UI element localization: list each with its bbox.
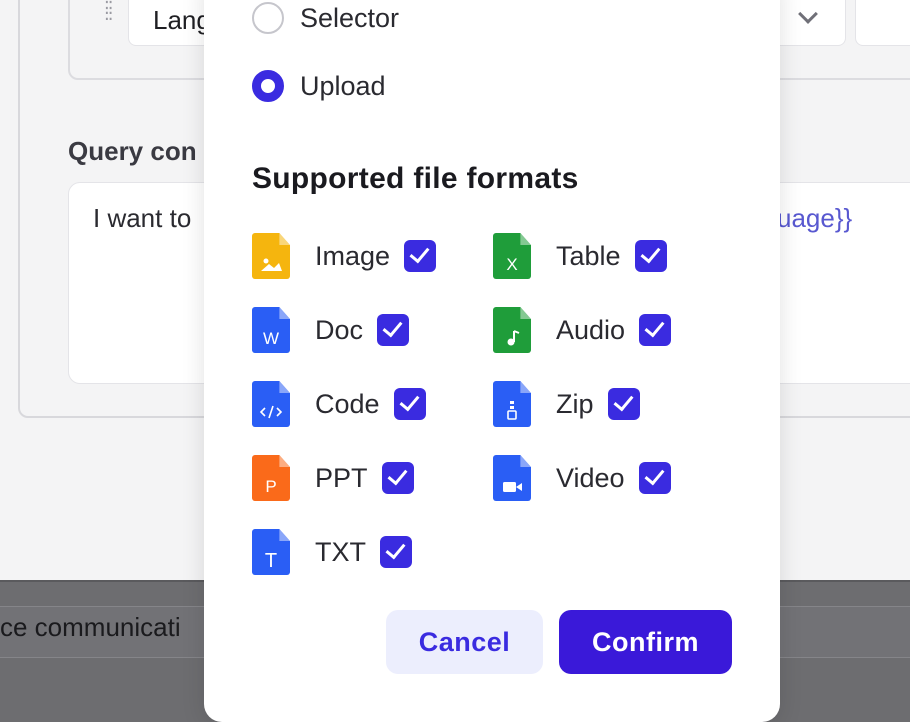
checkbox-checked[interactable] [404,240,437,272]
query-variable: uage}} [777,203,853,233]
radio-button[interactable] [252,2,284,34]
query-text: I want to [93,203,192,233]
format-txt[interactable]: T TXT [252,529,412,575]
bottom-text: ce communicati [0,612,181,642]
format-label: PPT [315,462,368,493]
ppt-file-icon: P [252,455,290,501]
format-label: Doc [315,314,364,345]
checkbox-checked[interactable] [639,314,672,346]
cancel-button[interactable]: Cancel [386,610,543,674]
format-label: Image [315,240,391,271]
language-select-value: Lang [153,5,211,35]
radio-selector[interactable]: Selector [252,2,399,34]
radio-button-selected[interactable] [252,70,284,102]
section-title: Supported file formats [252,162,579,195]
table-file-icon: X [493,233,531,279]
format-table[interactable]: X Table [493,233,667,279]
format-image[interactable]: Image [252,233,437,279]
format-audio[interactable]: Audio [493,307,672,353]
query-label: Query con [68,136,197,166]
drag-handle-icon[interactable]: ⁚⁚ ⁚⁚ [104,0,118,23]
doc-file-icon: W [252,307,290,353]
radio-upload[interactable]: Upload [252,70,386,102]
radio-label: Upload [300,70,386,101]
doc-glyph: W [262,329,280,348]
zip-file-icon [493,381,531,427]
audio-file-icon [493,307,531,353]
checkbox-checked[interactable] [393,388,426,420]
txt-file-icon: T [252,529,290,575]
checkbox-checked[interactable] [381,462,414,494]
format-video[interactable]: Video [493,455,671,501]
confirm-button[interactable]: Confirm [559,610,732,674]
format-code[interactable]: Code [252,381,426,427]
checkbox-checked[interactable] [377,314,410,346]
format-ppt[interactable]: P PPT [252,455,414,501]
upload-settings-modal: Selector Upload Supported file formats I… [204,0,780,722]
format-label: Video [556,462,625,493]
chevron-down-icon [798,4,818,24]
language-extra-field[interactable] [855,0,910,46]
checkbox-checked[interactable] [380,536,412,568]
txt-glyph: T [264,550,278,572]
checkbox-checked[interactable] [638,462,671,494]
checkbox-checked[interactable] [634,240,667,272]
format-label: TXT [315,536,366,567]
table-glyph: X [506,255,518,274]
format-label: Audio [556,314,626,345]
image-file-icon [252,233,290,279]
format-zip[interactable]: Zip [493,381,640,427]
format-doc[interactable]: W Doc [252,307,410,353]
format-label: Table [556,240,621,271]
format-label: Zip [556,388,594,419]
format-label: Code [315,388,380,419]
video-file-icon [493,455,531,501]
code-file-icon [252,381,290,427]
radio-label: Selector [300,2,400,33]
ppt-glyph: P [265,477,277,496]
checkbox-checked[interactable] [607,388,640,420]
